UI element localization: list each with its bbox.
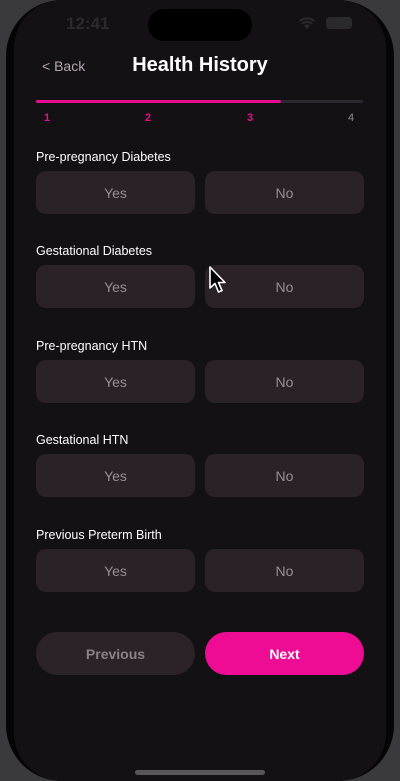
question-gestational-diabetes: Gestational Diabetes Yes No [36, 241, 364, 308]
progress-bar [36, 100, 363, 103]
battery-icon [326, 17, 352, 29]
wifi-icon [299, 17, 315, 29]
footer-actions: Previous Next [36, 632, 364, 675]
home-indicator [135, 770, 265, 775]
question-pre-pregnancy-diabetes: Pre-pregnancy Diabetes Yes No [36, 147, 364, 214]
question-label: Gestational Diabetes [36, 244, 153, 258]
status-bar: 12:41 [14, 0, 386, 48]
question-gestational-htn: Gestational HTN Yes No [36, 430, 364, 497]
step-3: 3 [247, 112, 254, 124]
no-button[interactable]: No [205, 454, 364, 497]
question-label: Gestational HTN [36, 433, 129, 447]
no-button[interactable]: No [205, 360, 364, 403]
yes-button[interactable]: Yes [36, 454, 195, 497]
progress-fill [36, 100, 282, 103]
step-2: 2 [145, 112, 152, 124]
question-previous-preterm-birth: Previous Preterm Birth Yes No [36, 525, 364, 592]
question-label: Previous Preterm Birth [36, 528, 162, 542]
page-title: Health History [132, 54, 268, 76]
step-4: 4 [348, 112, 355, 124]
device-frame: 12:41 < Back Health History 1 2 3 4 Pre-… [0, 0, 400, 781]
nav-bar: < Back Health History [14, 48, 386, 88]
no-button[interactable]: No [205, 265, 364, 308]
step-1: 1 [44, 112, 51, 124]
no-button[interactable]: No [205, 171, 364, 214]
previous-button[interactable]: Previous [36, 632, 195, 675]
question-pre-pregnancy-htn: Pre-pregnancy HTN Yes No [36, 336, 364, 403]
mouse-cursor-icon [209, 266, 226, 293]
yes-button[interactable]: Yes [36, 549, 195, 592]
question-label: Pre-pregnancy HTN [36, 339, 148, 353]
yes-button[interactable]: Yes [36, 171, 195, 214]
dynamic-island [148, 9, 252, 41]
yes-button[interactable]: Yes [36, 265, 195, 308]
question-label: Pre-pregnancy Diabetes [36, 150, 171, 164]
next-button[interactable]: Next [205, 632, 364, 675]
no-button[interactable]: No [205, 549, 364, 592]
status-time: 12:41 [66, 14, 110, 33]
app-screen: 12:41 < Back Health History 1 2 3 4 Pre-… [14, 0, 386, 781]
yes-button[interactable]: Yes [36, 360, 195, 403]
